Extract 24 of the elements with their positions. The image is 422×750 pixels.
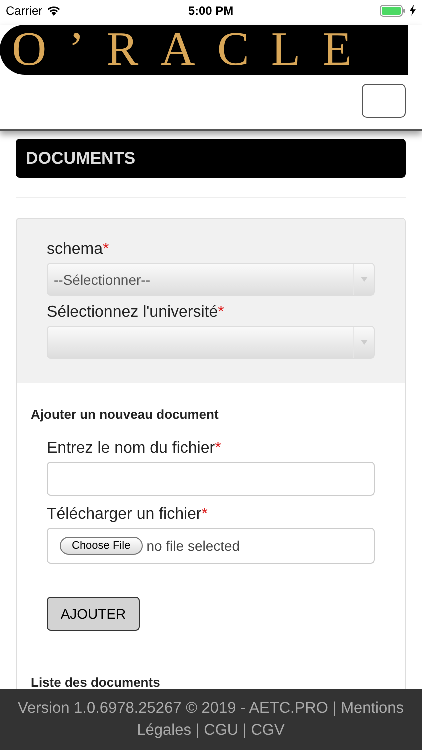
add-button[interactable]: AJOUTER xyxy=(47,597,140,631)
logo: O’RACLE xyxy=(0,25,408,75)
status-time: 5:00 PM xyxy=(187,4,235,18)
choose-file-button[interactable]: Choose File xyxy=(60,537,143,555)
file-upload-field[interactable]: Choose File no file selected xyxy=(47,528,375,564)
dropdown-arrow-icon xyxy=(360,277,368,282)
file-name-input[interactable] xyxy=(47,462,375,496)
charging-icon xyxy=(410,5,416,16)
field-label: Télécharger un fichier* xyxy=(47,506,209,524)
field-label: Sélectionnez l'université* xyxy=(47,304,226,322)
file-status: no file selected xyxy=(146,538,240,554)
section-heading: Ajouter un nouveau document xyxy=(31,407,220,422)
menu-button[interactable] xyxy=(362,84,406,118)
dropdown-arrow-icon xyxy=(360,340,368,345)
section-heading: Liste des documents xyxy=(31,675,162,690)
battery-icon xyxy=(380,4,406,16)
wifi-icon xyxy=(46,5,61,16)
field-label: schema* xyxy=(47,241,110,259)
footer-text: Version 1.0.6978.25267 © 2019 - AETC.PRO | Mentions Légales | CGU | CGV xyxy=(17,698,405,740)
select-field[interactable] xyxy=(47,326,375,359)
carrier-name: Carrier xyxy=(6,4,43,18)
select-field[interactable]: --Sélectionner-- xyxy=(47,263,375,296)
page-title: DOCUMENTS xyxy=(16,139,406,178)
field-label: Entrez le nom du fichier* xyxy=(47,440,222,458)
